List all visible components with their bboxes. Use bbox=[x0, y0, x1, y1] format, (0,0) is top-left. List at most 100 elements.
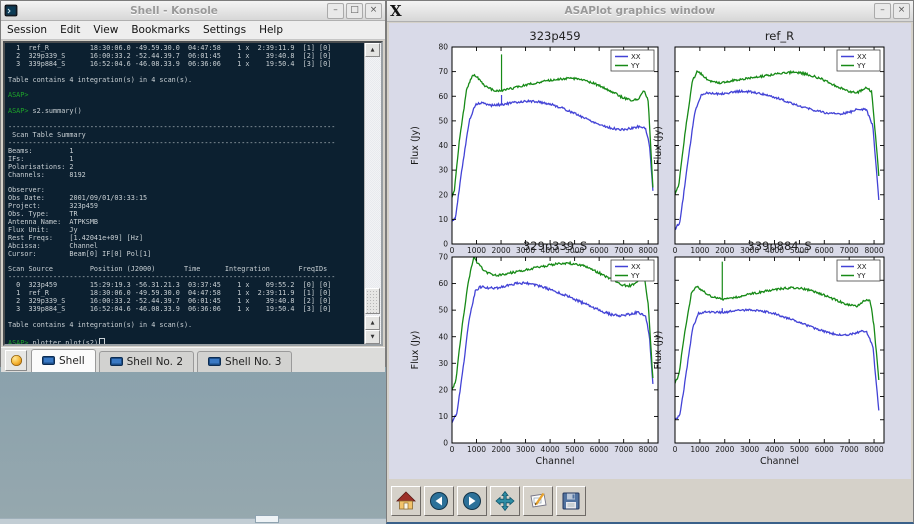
home-button[interactable] bbox=[391, 486, 421, 516]
svg-text:20: 20 bbox=[438, 190, 448, 199]
plot-toolbar bbox=[387, 480, 913, 522]
svg-text:60: 60 bbox=[438, 92, 448, 101]
svg-text:50: 50 bbox=[438, 116, 448, 125]
svg-text:8000: 8000 bbox=[865, 445, 884, 454]
svg-text:2000: 2000 bbox=[492, 246, 511, 255]
svg-text:2000: 2000 bbox=[492, 445, 511, 454]
tab-shell-no-3[interactable]: Shell No. 3 bbox=[197, 351, 292, 372]
svg-text:7000: 7000 bbox=[614, 246, 633, 255]
back-icon bbox=[428, 490, 450, 512]
svg-text:8000: 8000 bbox=[639, 445, 658, 454]
tab-shell-no-2[interactable]: Shell No. 2 bbox=[99, 351, 194, 372]
konsole-app-icon bbox=[4, 4, 18, 18]
legend-label: XX bbox=[857, 263, 867, 271]
scroll-thumb[interactable] bbox=[365, 288, 380, 314]
new-session-icon bbox=[10, 354, 23, 367]
konsole-titlebar[interactable]: Shell - Konsole – □ × bbox=[1, 1, 385, 21]
svg-text:40: 40 bbox=[438, 332, 448, 341]
svg-text:70: 70 bbox=[438, 67, 448, 76]
terminal[interactable]: 1 ref_R 18:30:06.0 -49.59.30.0 04:47:58 … bbox=[3, 41, 383, 346]
svg-text:30: 30 bbox=[438, 359, 448, 368]
svg-text:3000: 3000 bbox=[740, 445, 759, 454]
shell-icon bbox=[110, 357, 123, 367]
svg-text:40: 40 bbox=[438, 141, 448, 150]
legend-label: YY bbox=[856, 62, 866, 70]
forward-button[interactable] bbox=[457, 486, 487, 516]
legend-label: YY bbox=[630, 62, 640, 70]
subplot-title: 339p884_S bbox=[747, 239, 811, 253]
terminal-scrollbar[interactable]: ▲ ▲ ▼ bbox=[364, 43, 381, 344]
terminal-line: ASAP> plotter.plot(s2) bbox=[8, 338, 364, 344]
close-button[interactable]: × bbox=[365, 3, 382, 19]
scroll-down-icon[interactable]: ▼ bbox=[365, 330, 380, 344]
scroll-up-icon[interactable]: ▲ bbox=[365, 316, 380, 330]
xlabel: Channel bbox=[535, 456, 574, 467]
svg-text:10: 10 bbox=[438, 412, 448, 421]
legend-label: XX bbox=[857, 53, 867, 61]
svg-text:7000: 7000 bbox=[614, 445, 633, 454]
svg-text:4000: 4000 bbox=[541, 445, 560, 454]
svg-text:70: 70 bbox=[438, 253, 448, 262]
plot-canvas[interactable]: 0102030405060708001000200030004000500060… bbox=[389, 23, 912, 479]
legend-label: YY bbox=[856, 272, 866, 280]
menu-help[interactable]: Help bbox=[259, 24, 283, 36]
svg-text:0: 0 bbox=[450, 246, 455, 255]
shell-icon bbox=[42, 356, 55, 366]
asaplot-window: X ASAPlot graphics window – × 0 10 20 30 40 5… bbox=[386, 0, 914, 524]
zoom-rect-icon bbox=[527, 490, 549, 512]
svg-text:1000: 1000 bbox=[467, 246, 486, 255]
subplot-339p884_S: 010002000300040005000600070008000Channel… bbox=[653, 239, 884, 467]
menu-view[interactable]: View bbox=[93, 24, 118, 36]
terminal-line bbox=[8, 85, 364, 93]
svg-text:0: 0 bbox=[443, 240, 448, 249]
svg-text:0: 0 bbox=[673, 445, 678, 454]
ylabel: Flux (Jy) bbox=[653, 126, 664, 165]
close-button[interactable]: × bbox=[893, 3, 910, 19]
x11-icon: X bbox=[390, 4, 402, 19]
svg-text:7000: 7000 bbox=[840, 246, 859, 255]
svg-text:20: 20 bbox=[438, 385, 448, 394]
svg-text:6000: 6000 bbox=[815, 246, 834, 255]
new-session-button[interactable] bbox=[5, 350, 27, 371]
panel-strip bbox=[0, 518, 387, 524]
menu-bookmarks[interactable]: Bookmarks bbox=[131, 24, 190, 36]
svg-text:2000: 2000 bbox=[715, 445, 734, 454]
menu-session[interactable]: Session bbox=[7, 24, 47, 36]
save-button[interactable] bbox=[556, 486, 586, 516]
home-icon bbox=[395, 490, 417, 512]
terminal-line: Channels: 8192 bbox=[8, 172, 364, 180]
subplot-title: 329p339_S bbox=[523, 239, 587, 253]
tab-shell[interactable]: Shell bbox=[31, 349, 96, 372]
minimize-button[interactable]: – bbox=[327, 3, 344, 19]
pan-button[interactable] bbox=[490, 486, 520, 516]
svg-text:6000: 6000 bbox=[815, 445, 834, 454]
zoom-rect-button[interactable] bbox=[523, 486, 553, 516]
terminal-line bbox=[8, 179, 364, 187]
svg-text:4000: 4000 bbox=[765, 445, 784, 454]
asaplot-titlebar[interactable]: X ASAPlot graphics window – × bbox=[387, 1, 913, 22]
terminal-line: ASAP> s2.summary() bbox=[8, 108, 364, 116]
terminal-line: ASAP> bbox=[8, 92, 364, 100]
terminal-line: 3 339p884_S 16:52:04.6 -46.08.33.9 06:36… bbox=[8, 306, 364, 314]
maximize-button[interactable]: □ bbox=[346, 3, 363, 19]
svg-text:8000: 8000 bbox=[865, 246, 884, 255]
terminal-cursor bbox=[99, 338, 105, 344]
svg-text:1000: 1000 bbox=[690, 246, 709, 255]
back-button[interactable] bbox=[424, 486, 454, 516]
menu-edit[interactable]: Edit bbox=[60, 24, 80, 36]
panel-handle[interactable] bbox=[255, 515, 279, 523]
legend-label: XX bbox=[631, 53, 641, 61]
scroll-up-icon[interactable]: ▲ bbox=[365, 43, 380, 57]
svg-text:80: 80 bbox=[438, 43, 448, 52]
terminal-text[interactable]: 1 ref_R 18:30:06.0 -49.59.30.0 04:47:58 … bbox=[5, 43, 364, 344]
konsole-window: Shell - Konsole – □ × Session Edit View Boo… bbox=[0, 0, 386, 367]
svg-text:6000: 6000 bbox=[590, 445, 609, 454]
svg-text:3000: 3000 bbox=[516, 445, 535, 454]
menu-settings[interactable]: Settings bbox=[203, 24, 246, 36]
svg-text:0: 0 bbox=[450, 445, 455, 454]
minimize-button[interactable]: – bbox=[874, 3, 891, 19]
ylabel: Flux (Jy) bbox=[410, 126, 421, 165]
svg-text:8000: 8000 bbox=[639, 246, 658, 255]
svg-text:5000: 5000 bbox=[790, 445, 809, 454]
svg-text:30: 30 bbox=[438, 166, 448, 175]
